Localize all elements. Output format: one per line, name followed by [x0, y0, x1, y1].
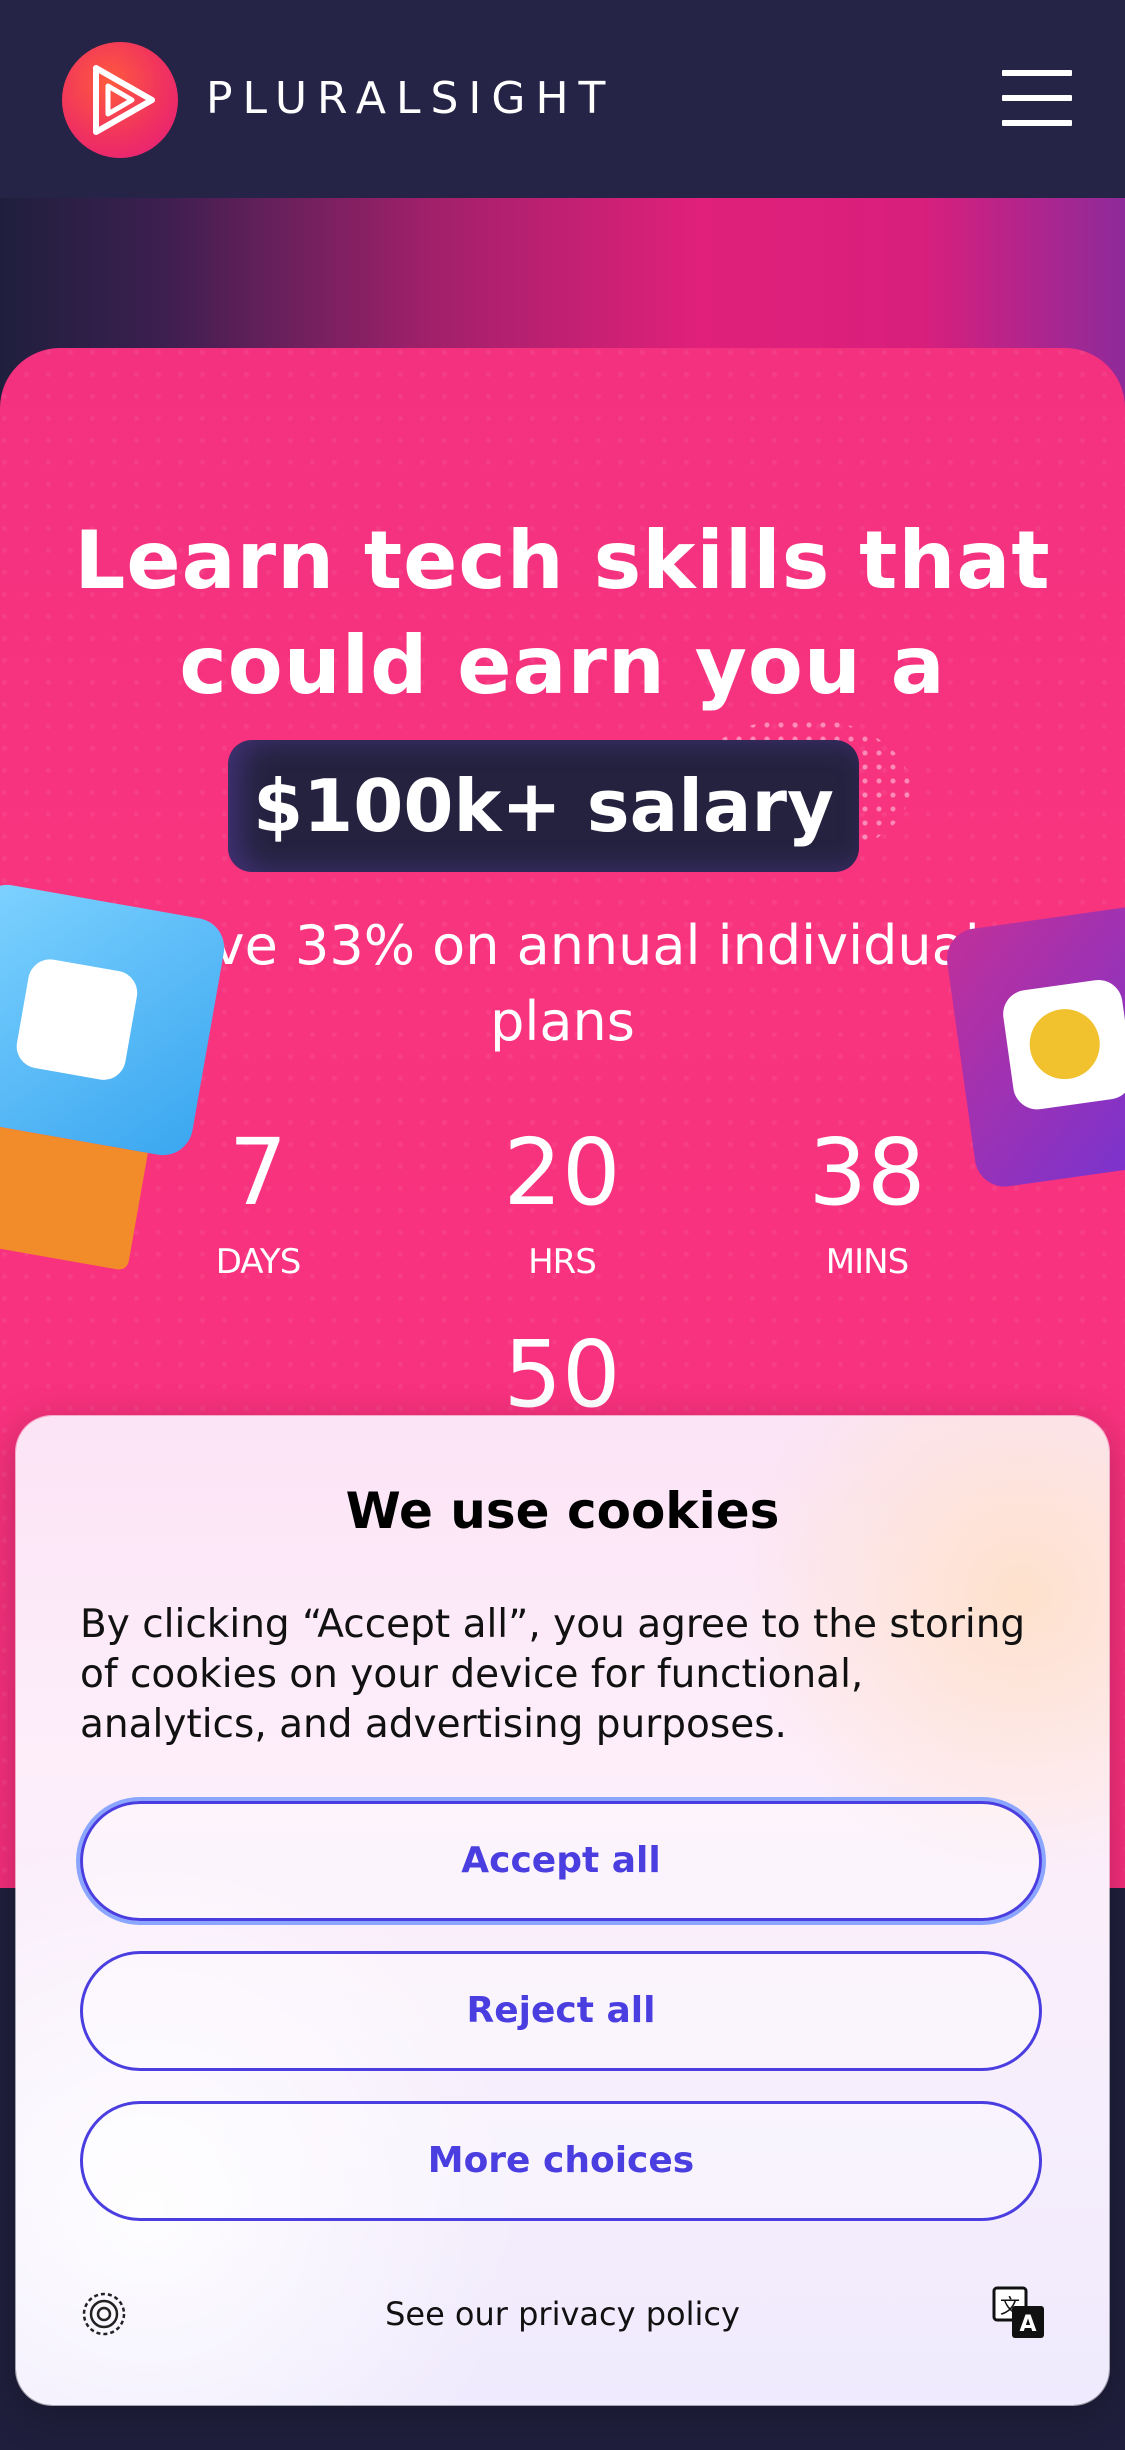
countdown-hours-value: 20: [503, 1119, 621, 1226]
hero-title-line-2: could earn you a: [179, 619, 946, 712]
hero-title-line-1: Learn tech skills that: [74, 514, 1051, 607]
more-choices-button[interactable]: More choices: [80, 2101, 1042, 2221]
svg-text:A: A: [1019, 2312, 1036, 2337]
reject-all-button[interactable]: Reject all: [80, 1951, 1042, 2071]
hero-subtitle: Save 33% on annual individual plans: [145, 914, 980, 1053]
countdown-mins-label: MINS: [825, 1242, 909, 1282]
translate-icon[interactable]: 文 A: [992, 2286, 1046, 2340]
pluralsight-logo-icon[interactable]: [62, 42, 178, 158]
cpp-course-tile-icon: [0, 880, 229, 1160]
site-header: PLURALSIGHT: [0, 0, 1125, 198]
salary-badge-text: $100k+ salary: [253, 764, 834, 848]
brand-name[interactable]: PLURALSIGHT: [206, 73, 615, 125]
countdown-secs-value: 50: [503, 1321, 621, 1428]
salary-badge: $100k+ salary: [228, 740, 859, 872]
countdown-hours-label: HRS: [528, 1242, 597, 1282]
cookie-consent-dialog: We use cookies By clicking “Accept all”,…: [16, 1416, 1109, 2405]
accept-all-button[interactable]: Accept all: [80, 1801, 1042, 1921]
cookie-dialog-body: By clicking “Accept all”, you agree to t…: [80, 1602, 1026, 1747]
cookie-dialog-title: We use cookies: [345, 1482, 780, 1540]
hero-title: Learn tech skills that could earn you a: [0, 508, 1125, 718]
privacy-policy-link[interactable]: See our privacy policy: [16, 2292, 1109, 2336]
hamburger-menu-icon[interactable]: [998, 66, 1074, 130]
countdown-days-label: DAYS: [215, 1242, 302, 1282]
